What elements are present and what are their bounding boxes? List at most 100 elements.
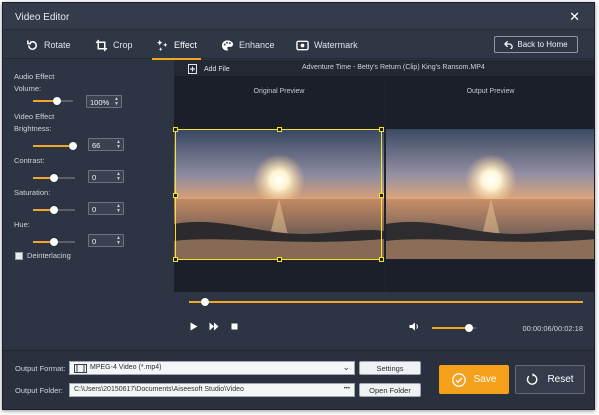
sunset-image <box>386 129 594 259</box>
rotate-icon <box>27 39 37 50</box>
reset-label: Reset <box>547 374 574 385</box>
chevron-down-icon: ⌄ <box>342 362 350 372</box>
crop-handle[interactable] <box>277 257 282 262</box>
contrast-slider[interactable] <box>33 174 75 182</box>
timeline-handle[interactable] <box>200 298 209 306</box>
tab-watermark[interactable]: Watermark <box>296 31 358 59</box>
effect-icon <box>156 39 168 51</box>
output-preview-panel: Output Preview <box>386 77 594 292</box>
hue-label: Hue: <box>14 220 30 229</box>
hue-value: 0 <box>92 237 97 246</box>
play-icon[interactable] <box>189 322 198 333</box>
checkbox-box[interactable] <box>15 251 23 260</box>
crop-handle[interactable] <box>277 127 282 132</box>
back-to-home-button[interactable]: Back to Home <box>494 36 578 53</box>
output-format-value: MPEG-4 Video (*.mp4) <box>90 364 162 371</box>
brightness-spinbox[interactable]: 66 ▲ ▼ <box>88 138 124 151</box>
video-effect-heading: Video Effect <box>14 112 55 121</box>
save-button[interactable]: Save <box>439 365 509 394</box>
back-to-home-label: Back to Home <box>517 40 568 49</box>
crop-handle[interactable] <box>379 127 384 132</box>
window-title: Video Editor <box>15 12 70 23</box>
output-video-frame <box>386 129 594 259</box>
speaker-icon[interactable] <box>409 322 420 333</box>
tab-rotate[interactable]: Rotate <box>26 31 71 59</box>
volume-playback-slider[interactable] <box>432 324 476 332</box>
saturation-slider[interactable] <box>33 206 75 214</box>
timeline-slider[interactable] <box>189 298 583 306</box>
preview-area: Add File Adventure Time - Betty's Return… <box>173 60 594 292</box>
volume-slider[interactable] <box>33 97 73 105</box>
stop-icon[interactable] <box>230 322 239 333</box>
tab-bar: Rotate Crop Effect Enhance Watermark Bac… <box>3 31 594 60</box>
crop-handle[interactable] <box>173 257 178 262</box>
playback-controls: 00:00:06/00:02:18 <box>174 292 594 348</box>
crop-handle[interactable] <box>173 193 178 198</box>
slider-handle[interactable] <box>50 174 58 182</box>
deinterlacing-checkbox[interactable]: Deinterlacing <box>15 251 71 260</box>
saturation-label: Saturation: <box>14 188 51 197</box>
tab-effect[interactable]: Effect <box>152 31 201 60</box>
slider-handle[interactable] <box>68 142 77 150</box>
back-arrow-icon <box>504 40 514 49</box>
file-bar: Add File Adventure Time - Betty's Return… <box>174 60 594 77</box>
deinterlacing-label: Deinterlacing <box>27 251 71 260</box>
brightness-value: 66 <box>92 141 101 150</box>
crop-handle[interactable] <box>173 127 178 132</box>
tab-label: Rotate <box>44 40 71 50</box>
save-label: Save <box>473 374 497 385</box>
slider-handle[interactable] <box>50 206 58 214</box>
hue-slider[interactable] <box>33 238 75 246</box>
output-format-label: Output Format: <box>15 364 66 373</box>
tab-label: Watermark <box>314 40 358 50</box>
reset-button[interactable]: Reset <box>515 365 585 394</box>
tab-enhance[interactable]: Enhance <box>221 31 275 59</box>
audio-effect-heading: Audio Effect <box>14 72 55 81</box>
volume-label: Volume: <box>14 84 42 93</box>
volume-spinbox[interactable]: 100% ▲ ▼ <box>86 95 122 108</box>
original-preview-panel: Original Preview <box>173 77 384 292</box>
crop-frame[interactable] <box>173 127 384 262</box>
video-format-icon <box>74 364 87 375</box>
contrast-spinbox[interactable]: 0 ▲ ▼ <box>88 170 124 183</box>
check-circle-icon <box>451 372 466 387</box>
effect-settings-panel: Audio Effect Volume: 100% ▲ ▼ Video Effect… <box>3 60 171 350</box>
open-folder-label: Open Folder <box>369 386 411 395</box>
slider-handle[interactable] <box>50 238 58 246</box>
file-name: Adventure Time - Betty's Return (Clip) K… <box>302 64 485 71</box>
saturation-value: 0 <box>92 205 97 214</box>
settings-button[interactable]: Settings <box>359 361 421 375</box>
title-bar: Video Editor ✕ <box>3 3 594 30</box>
contrast-value: 0 <box>92 173 97 182</box>
output-folder-value: C:\Users\20150617\Documents\Aiseesoft St… <box>74 386 244 393</box>
output-bar: Output Format: MPEG-4 Video (*.mp4) ⌄ Se… <box>3 350 594 409</box>
output-format-select[interactable]: MPEG-4 Video (*.mp4) ⌄ <box>69 361 355 375</box>
original-preview-label: Original Preview <box>253 88 305 95</box>
crop-icon <box>95 39 108 51</box>
close-icon[interactable]: ✕ <box>569 10 580 23</box>
tab-label: Effect <box>174 40 197 50</box>
crop-handle[interactable] <box>379 193 384 198</box>
tab-crop[interactable]: Crop <box>95 31 133 59</box>
output-preview-label: Output Preview <box>466 88 515 95</box>
add-file-label: Add File <box>204 65 230 73</box>
browse-folder-button[interactable]: ••• <box>344 386 350 392</box>
add-file-icon <box>188 64 197 74</box>
brightness-slider[interactable] <box>33 142 77 150</box>
saturation-spinbox[interactable]: 0 ▲ ▼ <box>88 202 124 215</box>
crop-handle[interactable] <box>379 257 384 262</box>
watermark-icon <box>296 40 309 50</box>
hue-spinbox[interactable]: 0 ▲ ▼ <box>88 234 124 247</box>
slider-handle[interactable] <box>465 324 474 332</box>
brightness-label: Brightness: <box>14 124 52 133</box>
output-folder-label: Output Folder: <box>15 386 63 395</box>
fast-forward-icon[interactable] <box>209 322 219 333</box>
open-folder-button[interactable]: Open Folder <box>359 383 421 397</box>
slider-handle[interactable] <box>53 97 61 105</box>
contrast-label: Contrast: <box>14 156 45 165</box>
video-editor-window: Video Editor ✕ Rotate Crop Effect Enhanc… <box>2 2 595 410</box>
output-folder-input[interactable]: C:\Users\20150617\Documents\Aiseesoft St… <box>69 383 355 397</box>
settings-label: Settings <box>376 364 404 373</box>
add-file-button[interactable]: Add File <box>188 64 230 74</box>
time-display: 00:00:06/00:02:18 <box>522 324 583 333</box>
